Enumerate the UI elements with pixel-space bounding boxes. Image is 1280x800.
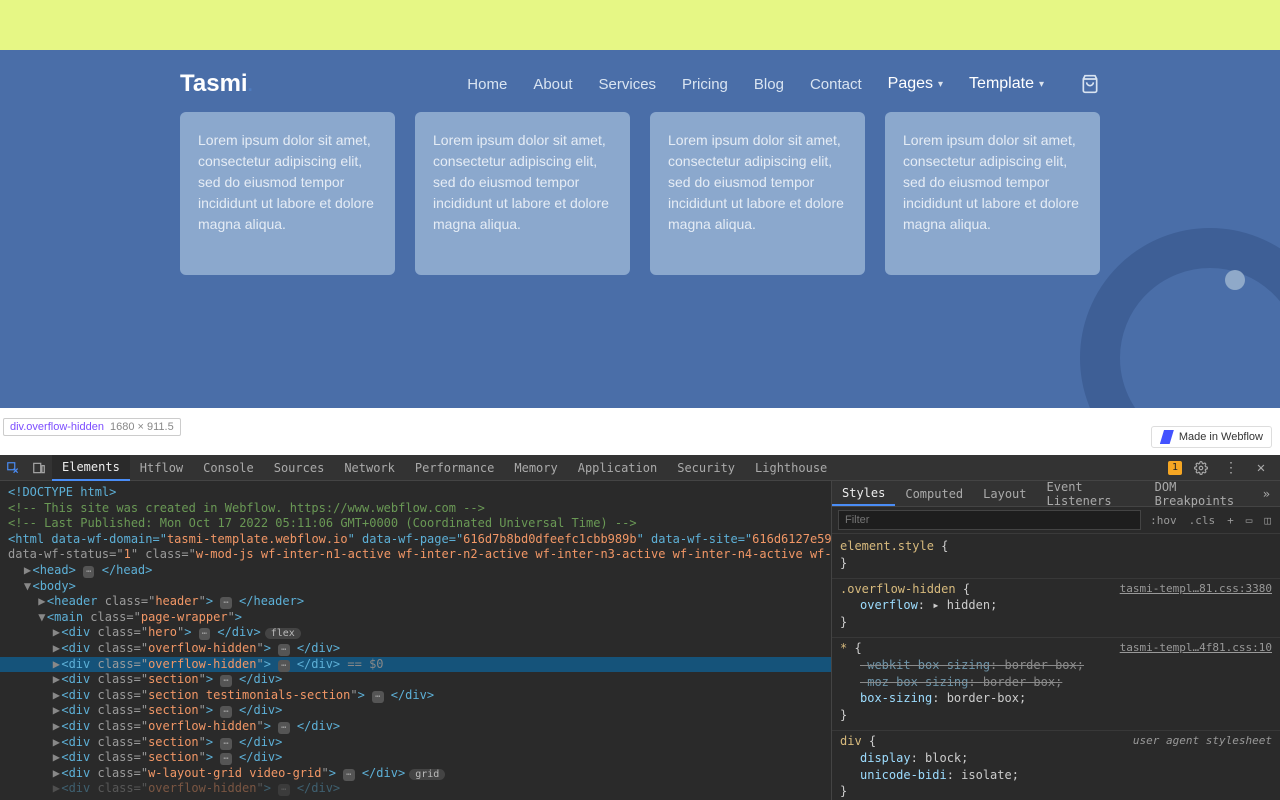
rule-overflow-hidden: tasmi-templ…81.css:3380 .overflow-hidden…: [832, 579, 1280, 638]
chevron-down-icon: ▾: [1039, 79, 1044, 90]
nav-pages-dropdown[interactable]: Pages▾: [888, 75, 943, 93]
devtools-panel: Elements Htflow Console Sources Network …: [0, 455, 1280, 800]
styles-tab-computed[interactable]: Computed: [895, 481, 973, 506]
tab-security[interactable]: Security: [667, 455, 745, 481]
primary-nav: Home About Services Pricing Blog Contact…: [467, 74, 1100, 94]
styles-tab-dombreakpoints[interactable]: DOM Breakpoints: [1145, 481, 1253, 506]
styles-tab-styles[interactable]: Styles: [832, 481, 895, 506]
tab-sources[interactable]: Sources: [264, 455, 335, 481]
tab-console[interactable]: Console: [193, 455, 264, 481]
new-rule-button[interactable]: +: [1224, 514, 1237, 527]
print-icon[interactable]: ▭: [1243, 514, 1256, 527]
styles-filter-input[interactable]: [838, 510, 1141, 530]
dom-node-div[interactable]: ▶<div class="hero"> ⋯ </div>flex: [0, 625, 831, 641]
inspect-element-icon[interactable]: [0, 455, 26, 481]
dom-node-div[interactable]: ▶<div class="overflow-hidden"> ⋯ </div>: [0, 719, 831, 735]
dom-node-div[interactable]: ▶<div class="section"> ⋯ </div>: [0, 750, 831, 766]
site-logo[interactable]: Tasmi.: [180, 70, 253, 98]
styles-tab-more[interactable]: »: [1253, 481, 1280, 506]
dom-node-div[interactable]: ▶<div class="section testimonials-sectio…: [0, 688, 831, 704]
settings-icon[interactable]: [1188, 455, 1214, 481]
tab-lighthouse[interactable]: Lighthouse: [745, 455, 837, 481]
dom-node-div[interactable]: ▶<div class="w-layout-grid video-grid"> …: [0, 766, 831, 782]
dom-tree[interactable]: <!DOCTYPE html> <!-- This site was creat…: [0, 481, 831, 800]
webflow-badge[interactable]: Made in Webflow: [1151, 426, 1272, 448]
card-4: Lorem ipsum dolor sit amet, consectetur …: [885, 112, 1100, 275]
issues-badge[interactable]: 1: [1168, 461, 1182, 475]
nav-template-dropdown[interactable]: Template▾: [969, 75, 1044, 93]
card-1: Lorem ipsum dolor sit amet, consectetur …: [180, 112, 395, 275]
nav-pricing[interactable]: Pricing: [682, 76, 728, 93]
nav-home[interactable]: Home: [467, 76, 507, 93]
dom-node-div[interactable]: ▶<div class="section"> ⋯ </div>: [0, 703, 831, 719]
rule-element-style: element.style { }: [832, 536, 1280, 579]
dom-node-div[interactable]: ▶<div class="overflow-hidden"> ⋯ </div> …: [0, 657, 831, 673]
tab-network[interactable]: Network: [334, 455, 405, 481]
rule-universal: tasmi-templ…4f81.css:10 * { -webkit-box-…: [832, 638, 1280, 731]
page-preview: Tasmi. Home About Services Pricing Blog …: [0, 50, 1280, 408]
panel-layout-icon[interactable]: ◫: [1261, 514, 1274, 527]
tab-application[interactable]: Application: [568, 455, 667, 481]
cart-icon[interactable]: [1080, 74, 1100, 94]
card-2: Lorem ipsum dolor sit amet, consectetur …: [415, 112, 630, 275]
styles-panel: Styles Computed Layout Event Listeners D…: [831, 481, 1280, 800]
dom-node-div[interactable]: ▶<div class="overflow-hidden"> ⋯ </div>: [0, 781, 831, 797]
site-header: Tasmi. Home About Services Pricing Blog …: [0, 50, 1280, 108]
nav-contact[interactable]: Contact: [810, 76, 862, 93]
dom-node-div[interactable]: ▶<div class="section"> ⋯ </div>: [0, 735, 831, 751]
chevron-down-icon: ▾: [938, 79, 943, 90]
device-toolbar-icon[interactable]: [26, 455, 52, 481]
styles-tab-eventlisteners[interactable]: Event Listeners: [1037, 481, 1145, 506]
tab-htflow[interactable]: Htflow: [130, 455, 193, 481]
card-row: Lorem ipsum dolor sit amet, consectetur …: [0, 108, 1280, 275]
nav-about[interactable]: About: [533, 76, 572, 93]
styles-rules[interactable]: element.style { } tasmi-templ…81.css:338…: [832, 534, 1280, 800]
nav-services[interactable]: Services: [599, 76, 657, 93]
devtools-tabbar: Elements Htflow Console Sources Network …: [0, 455, 1280, 481]
tab-memory[interactable]: Memory: [504, 455, 567, 481]
element-hover-tooltip: div.overflow-hidden 1680 × 911.5: [3, 418, 181, 436]
more-icon[interactable]: ⋮: [1218, 455, 1244, 481]
webflow-logo-icon: [1160, 430, 1174, 444]
close-icon[interactable]: ✕: [1248, 455, 1274, 481]
card-3: Lorem ipsum dolor sit amet, consectetur …: [650, 112, 865, 275]
rule-div-ua: user agent stylesheet div { display: blo…: [832, 731, 1280, 800]
styles-toolbar: :hov .cls + ▭ ◫: [832, 507, 1280, 534]
nav-blog[interactable]: Blog: [754, 76, 784, 93]
dom-node-div[interactable]: ▶<div class="section"> ⋯ </div>: [0, 672, 831, 688]
styles-tab-layout[interactable]: Layout: [973, 481, 1036, 506]
cls-toggle[interactable]: .cls: [1186, 514, 1219, 527]
styles-tabbar: Styles Computed Layout Event Listeners D…: [832, 481, 1280, 507]
dom-node-div[interactable]: ▶<div class="overflow-hidden"> ⋯ </div>: [0, 641, 831, 657]
hov-toggle[interactable]: :hov: [1147, 514, 1180, 527]
tab-performance[interactable]: Performance: [405, 455, 504, 481]
tab-elements[interactable]: Elements: [52, 455, 130, 481]
